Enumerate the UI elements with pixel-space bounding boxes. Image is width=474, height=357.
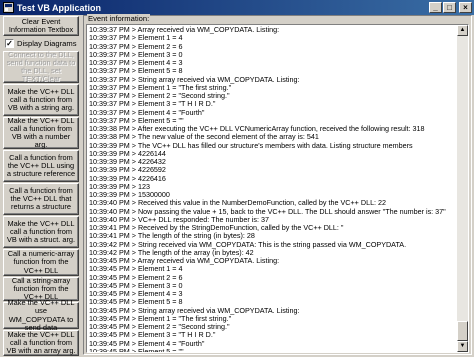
event-info-textbox[interactable]: 10:39:37 PM > Array received via WM_COPY…	[86, 24, 469, 353]
log-line: 10:39:38 PM > The new value of the secon…	[89, 133, 319, 142]
scroll-down-icon[interactable]: ▼	[457, 341, 468, 352]
event-info-label: Event information:	[87, 14, 151, 23]
dll-call-vb-string-button[interactable]: Make the VC++ DLL call a function from V…	[3, 84, 79, 116]
log-line: 10:39:37 PM > Element 1 = "The first str…	[89, 83, 232, 92]
log-line: 10:39:45 PM > Element 3 = 0	[89, 281, 183, 290]
log-line: 10:39:39 PM > 4226432	[89, 158, 166, 166]
log-line: 10:39:40 PM > Received this value in the…	[89, 199, 387, 208]
log-line: 10:39:37 PM > Element 2 = "Second string…	[89, 92, 230, 100]
clear-event-info-button[interactable]: Clear Event Information Textbox	[3, 16, 79, 36]
title-group: Test VB Application	[3, 2, 101, 13]
log-line: 10:39:37 PM > Element 5 = ""	[89, 116, 184, 125]
log-line: 10:39:45 PM > Element 2 = "Second string…	[89, 323, 230, 331]
checkbox-check-icon[interactable]: ✓	[5, 38, 14, 48]
window-title: Test VB Application	[17, 2, 102, 13]
log-line: 10:39:39 PM > 123	[89, 182, 150, 191]
log-line: 10:39:37 PM > Element 3 = 0	[89, 50, 183, 59]
log-line: 10:39:37 PM > Element 3 = "T H I R D."	[89, 100, 216, 109]
log-line: 10:39:39 PM > 4226416	[89, 174, 166, 183]
wm-copydata-button[interactable]: Make the VC++ DLL use WM_COPYDATA to sen…	[3, 298, 79, 331]
title-bar[interactable]: Test VB Application _ □ ×	[0, 0, 474, 15]
log-line: 10:39:37 PM > Array received via WM_COPY…	[89, 26, 280, 34]
log-line: 10:39:42 PM > String received via WM_COP…	[89, 240, 407, 249]
log-line: 10:39:45 PM > Array received via WM_COPY…	[89, 257, 280, 265]
log-line: 10:39:42 PM > The length of the array (i…	[89, 248, 254, 257]
log-line: 10:39:40 PM > VC++ DLL responded: The nu…	[89, 215, 269, 224]
log-line: 10:39:41 PM > Received by the StringDemo…	[89, 224, 344, 232]
close-button[interactable]: ×	[459, 2, 472, 13]
log-line: 10:39:39 PM > The VC++ DLL has filled ou…	[89, 141, 413, 150]
display-diagrams-label: Display Diagrams	[17, 38, 77, 48]
maximize-button[interactable]: □	[443, 2, 456, 13]
scroll-up-icon[interactable]: ▲	[457, 25, 468, 36]
event-log-lines: 10:39:37 PM > Array received via WM_COPY…	[89, 26, 456, 353]
numeric-array-button[interactable]: Call a numeric-array function from the V…	[3, 249, 79, 276]
log-line: 10:39:39 PM > 4226592	[89, 166, 166, 175]
log-line: 10:39:38 PM > After executing the VC++ D…	[89, 125, 425, 133]
log-line: 10:39:45 PM > Element 1 = "The first str…	[89, 314, 232, 323]
vb-app-icon	[3, 2, 14, 13]
log-line: 10:39:41 PM > The length of the string (…	[89, 232, 255, 241]
log-line: 10:39:40 PM > Now passing the value + 15…	[89, 207, 446, 216]
window-controls: _ □ ×	[429, 2, 472, 13]
log-line: 10:39:45 PM > Element 1 = 4	[89, 265, 183, 274]
display-diagrams-checkbox[interactable]: ✓ Display Diagrams	[5, 37, 79, 49]
log-line: 10:39:45 PM > String array received via …	[89, 306, 300, 315]
sidebar: Clear Event Information Textbox ✓ Displa…	[3, 16, 79, 356]
log-line: 10:39:45 PM > Element 5 = 8	[89, 298, 183, 307]
minimize-button[interactable]: _	[429, 2, 442, 13]
log-line: 10:39:45 PM > Element 3 = "T H I R D."	[89, 331, 216, 340]
log-line: 10:39:37 PM > Element 1 = 4	[89, 34, 183, 43]
log-line: 10:39:37 PM > Element 2 = 6	[89, 42, 183, 51]
call-returns-struct-button[interactable]: Call a function from the VC++ DLL that r…	[3, 183, 79, 215]
log-line: 10:39:45 PM > Element 4 = 3	[89, 290, 183, 298]
dll-call-vb-array-button[interactable]: Make the VC++ DLL call a function from V…	[3, 330, 79, 356]
log-line: 10:39:45 PM > Element 4 = "Fourth"	[89, 339, 205, 348]
dll-call-vb-struct-button[interactable]: Make the VC++ DLL call a function from V…	[3, 216, 79, 248]
log-line: 10:39:45 PM > Element 2 = 6	[89, 273, 183, 282]
log-line: 10:39:45 PM > Element 5 = ""	[89, 347, 184, 353]
dll-call-vb-number-button[interactable]: Make the VC++ DLL call a function from V…	[3, 116, 79, 149]
log-line: 10:39:37 PM > Element 5 = 8	[89, 67, 183, 76]
log-line: 10:39:37 PM > Element 4 = "Fourth"	[89, 108, 205, 117]
call-struct-reference-button[interactable]: Call a function from the VC++ DLL using …	[3, 150, 79, 182]
log-line: 10:39:37 PM > String array received via …	[89, 75, 300, 84]
log-line: 10:39:37 PM > Element 4 = 3	[89, 59, 183, 67]
connect-dll-button[interactable]: Connect to the DLL, send function data t…	[3, 50, 79, 83]
scroll-thumb[interactable]	[457, 321, 468, 341]
vertical-scrollbar[interactable]: ▲ ▼	[457, 25, 468, 352]
log-line: 10:39:39 PM > 15300000	[89, 191, 170, 199]
log-line: 10:39:39 PM > 4226144	[89, 149, 166, 158]
